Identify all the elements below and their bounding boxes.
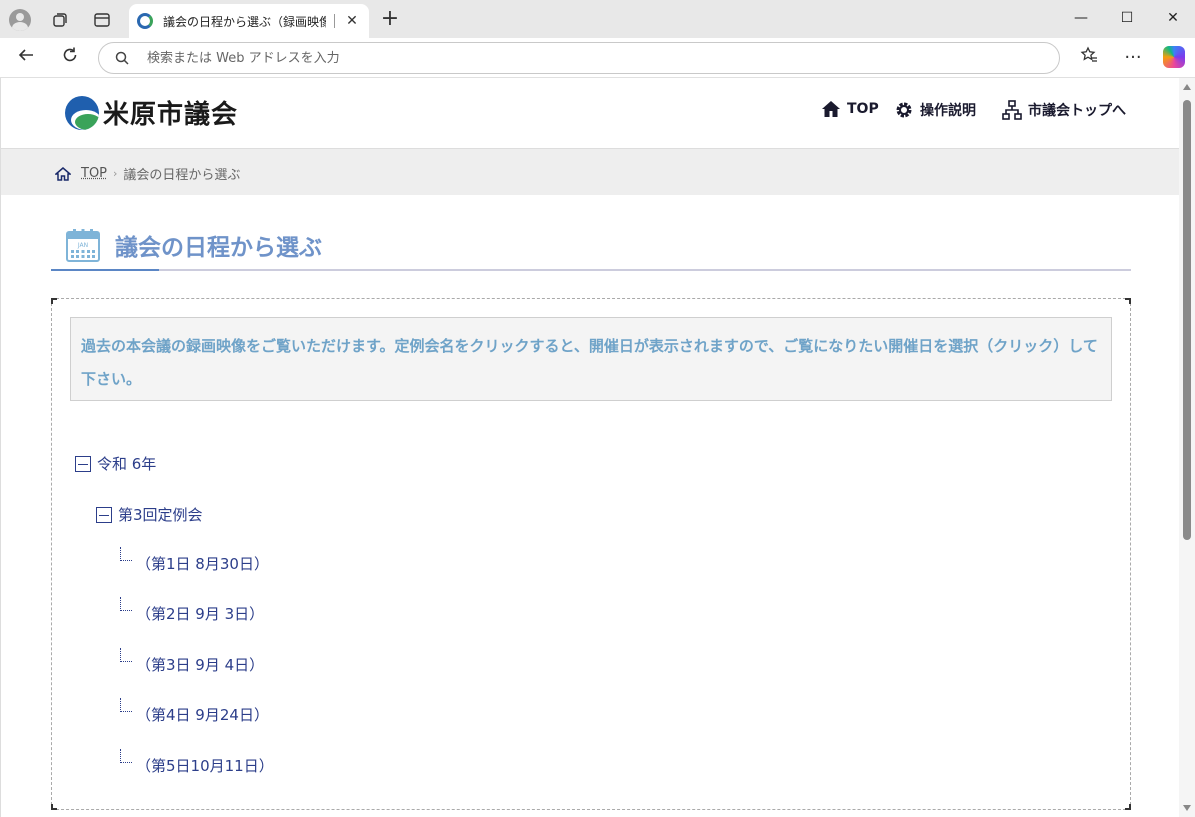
collections-icon[interactable] bbox=[48, 8, 72, 32]
site-header: 米原市議会 TOP 操作説明 市議会トップへ bbox=[1, 78, 1180, 148]
title-accent-underline bbox=[51, 269, 159, 271]
nav-council-top-label: 市議会トップへ bbox=[1028, 103, 1126, 119]
vertical-scrollbar[interactable] bbox=[1179, 78, 1195, 817]
tree-leaf-day[interactable]: （第5日10月11日） bbox=[120, 749, 274, 776]
session-label[interactable]: 第3回定例会 bbox=[118, 504, 203, 525]
calendar-month-label: JAN bbox=[77, 242, 88, 249]
copilot-icon[interactable] bbox=[1163, 46, 1185, 68]
site-favicon-icon bbox=[137, 13, 153, 29]
more-icon[interactable]: ··· bbox=[1121, 46, 1145, 70]
tree-branch-line bbox=[120, 698, 132, 712]
scroll-up-icon[interactable] bbox=[1183, 84, 1191, 90]
nav-help-link[interactable]: 操作説明 bbox=[894, 100, 976, 120]
content-panel: 過去の本会議の録画映像をご覧いただけます。定例会名をクリックすると、開催日が表示… bbox=[51, 298, 1131, 810]
gear-icon bbox=[896, 102, 912, 118]
tree-branch-line bbox=[120, 749, 132, 763]
minimize-button[interactable]: — bbox=[1058, 4, 1104, 32]
favorites-icon[interactable] bbox=[1077, 46, 1101, 70]
active-tab[interactable]: 議会の日程から選ぶ（録画映像） ✕ bbox=[129, 4, 369, 38]
window-close-button[interactable]: ✕ bbox=[1150, 4, 1195, 32]
back-icon[interactable] bbox=[14, 46, 38, 70]
nav-help-label: 操作説明 bbox=[920, 103, 976, 119]
site-logo[interactable]: 米原市議会 bbox=[65, 94, 238, 131]
day-link[interactable]: （第3日 9月 4日） bbox=[136, 654, 264, 675]
breadcrumb-top-link[interactable]: TOP bbox=[81, 166, 107, 181]
breadcrumb-separator: › bbox=[113, 167, 118, 180]
calendar-icon: JAN bbox=[66, 229, 100, 262]
collapse-icon[interactable] bbox=[75, 455, 91, 472]
tab-close-icon[interactable]: ✕ bbox=[343, 13, 361, 29]
address-input[interactable] bbox=[147, 48, 1027, 68]
schedule-tree: 令和 6年 第3回定例会 （第1日 8月30日） （第2日 9月 3日） （第3… bbox=[52, 299, 1130, 809]
tree-branch-line bbox=[120, 597, 132, 611]
address-bar-row: ··· bbox=[0, 38, 1195, 78]
maximize-button[interactable]: ☐ bbox=[1104, 4, 1150, 32]
tree-leaf-day[interactable]: （第4日 9月24日） bbox=[120, 698, 269, 725]
new-tab-icon[interactable]: + bbox=[378, 8, 402, 32]
profile-icon[interactable] bbox=[8, 8, 32, 32]
tab-bar: 議会の日程から選ぶ（録画映像） ✕ + — ☐ ✕ bbox=[0, 0, 1195, 38]
breadcrumb: TOP › 議会の日程から選ぶ bbox=[1, 148, 1180, 195]
page-title-block: JAN 議会の日程から選ぶ bbox=[51, 226, 1131, 271]
home-icon bbox=[822, 101, 840, 117]
home-icon[interactable] bbox=[55, 166, 71, 181]
sitemap-icon bbox=[1002, 100, 1022, 120]
tab-actions-icon[interactable] bbox=[90, 8, 114, 32]
scrollbar-thumb[interactable] bbox=[1183, 100, 1191, 540]
breadcrumb-current: 議会の日程から選ぶ bbox=[123, 168, 241, 183]
tab-title: 議会の日程から選ぶ（録画映像） bbox=[163, 14, 326, 29]
day-link[interactable]: （第5日10月11日） bbox=[136, 755, 274, 776]
nav-council-top-link[interactable]: 市議会トップへ bbox=[1002, 100, 1126, 120]
year-label[interactable]: 令和 6年 bbox=[97, 453, 156, 474]
tree-leaf-day[interactable]: （第1日 8月30日） bbox=[120, 547, 269, 574]
tab-divider bbox=[334, 14, 335, 28]
logo-text: 米原市議会 bbox=[103, 100, 239, 130]
nav-top-label: TOP bbox=[847, 101, 879, 117]
collapse-icon[interactable] bbox=[96, 506, 112, 523]
tree-branch-line bbox=[120, 648, 132, 662]
address-bar[interactable] bbox=[98, 42, 1060, 74]
scroll-down-icon[interactable] bbox=[1183, 805, 1191, 811]
tree-leaf-day[interactable]: （第2日 9月 3日） bbox=[120, 597, 264, 624]
tree-node-year[interactable]: 令和 6年 bbox=[75, 453, 156, 474]
tree-branch-line bbox=[120, 547, 132, 561]
logo-mark-icon bbox=[65, 95, 99, 130]
tree-node-session[interactable]: 第3回定例会 bbox=[96, 504, 203, 525]
tree-leaf-day[interactable]: （第3日 9月 4日） bbox=[120, 648, 264, 675]
search-icon bbox=[115, 51, 129, 65]
page-viewport: 米原市議会 TOP 操作説明 市議会トップへ TOP › 議会の日程から選ぶ J… bbox=[0, 78, 1195, 817]
refresh-icon[interactable] bbox=[58, 46, 82, 70]
nav-top-link[interactable]: TOP bbox=[821, 100, 879, 118]
day-link[interactable]: （第4日 9月24日） bbox=[136, 704, 269, 725]
page-title: 議会の日程から選ぶ bbox=[115, 235, 322, 261]
day-link[interactable]: （第2日 9月 3日） bbox=[136, 603, 264, 624]
day-link[interactable]: （第1日 8月30日） bbox=[136, 553, 269, 574]
